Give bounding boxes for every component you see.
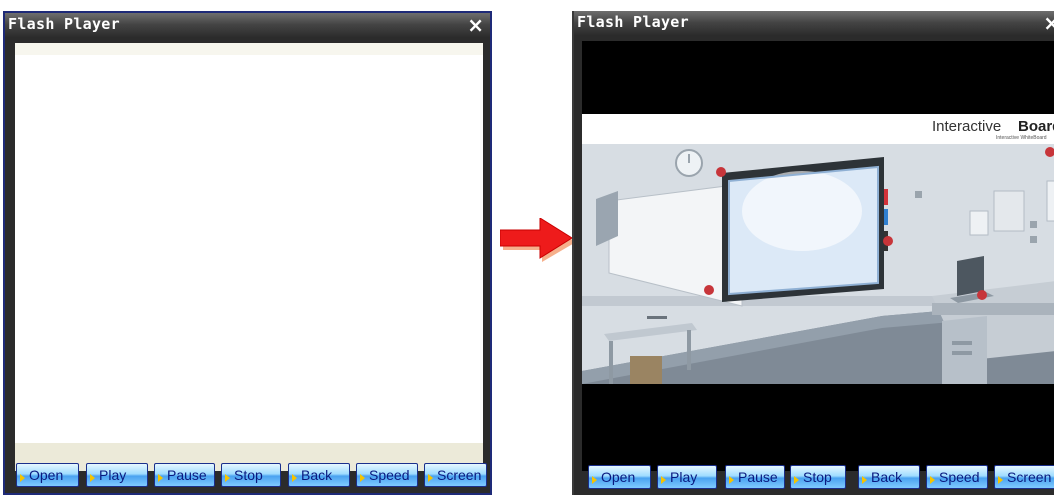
play-triangle-icon [592, 476, 597, 484]
play-triangle-icon [794, 476, 799, 484]
flash-player-window-left: Flash Player × Open Play Pause Stop Back… [3, 11, 492, 495]
screen-button[interactable]: Screen [424, 463, 487, 487]
player-content-area [15, 43, 483, 455]
stop-button[interactable]: Stop [221, 463, 281, 487]
control-bar: Open Play Pause Stop Back Speed Screen [574, 465, 1054, 492]
back-button[interactable]: Back [858, 465, 920, 489]
speed-button[interactable]: Speed [356, 463, 418, 487]
pause-button[interactable]: Pause [725, 465, 785, 489]
open-button[interactable]: Open [588, 465, 651, 489]
play-triangle-icon [729, 476, 734, 484]
back-button[interactable]: Back [288, 463, 350, 487]
right-arrow-icon [500, 218, 576, 262]
close-icon[interactable]: × [467, 14, 484, 36]
play-triangle-icon [930, 476, 935, 484]
open-button[interactable]: Open [16, 463, 79, 487]
play-triangle-icon [360, 474, 365, 482]
title-bar[interactable]: Flash Player × [574, 11, 1054, 36]
close-icon[interactable]: × [1043, 12, 1054, 34]
window-title: Flash Player [577, 13, 689, 31]
play-triangle-icon [862, 476, 867, 484]
speed-button[interactable]: Speed [926, 465, 988, 489]
pause-button[interactable]: Pause [154, 463, 215, 487]
play-triangle-icon [292, 474, 297, 482]
video-title-main: Interactive [932, 118, 1001, 135]
play-triangle-icon [225, 474, 230, 482]
play-triangle-icon [661, 476, 666, 484]
play-button[interactable]: Play [657, 465, 717, 489]
stop-button[interactable]: Stop [790, 465, 846, 489]
play-triangle-icon [90, 474, 95, 482]
video-subtitle: Interactive WhiteBoard [996, 135, 1047, 141]
video-frame: Interactive Board Interactive WhiteBoard [582, 114, 1054, 384]
title-bar[interactable]: Flash Player × [5, 13, 490, 38]
video-area: Interactive Board Interactive WhiteBoard [582, 41, 1054, 471]
play-button[interactable]: Play [86, 463, 148, 487]
video-title-bold: Board [1018, 118, 1054, 135]
screen-button[interactable]: Screen [994, 465, 1054, 489]
flash-player-window-right: Flash Player × Interactive Boar Interact… [572, 11, 1054, 495]
play-triangle-icon [158, 474, 163, 482]
play-triangle-icon [20, 474, 25, 482]
window-title: Flash Player [8, 15, 120, 33]
play-triangle-icon [428, 474, 433, 482]
control-bar: Open Play Pause Stop Back Speed Screen [5, 463, 490, 490]
play-triangle-icon [998, 476, 1003, 484]
